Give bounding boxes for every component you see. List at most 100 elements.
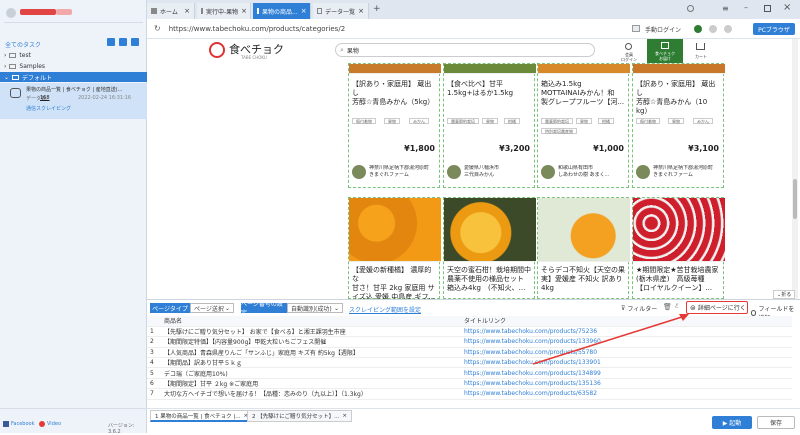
farm-info[interactable]: 神奈川県足柄下郡湯河原町 きまぐれファーム [352,162,438,182]
tab-data-list[interactable]: データ一覧 × [313,3,369,19]
table-row[interactable]: 7 大切な方へイチゴで想いを届ける！【品種：恋みのり（九以上）】（1.3kg） ht… [147,388,792,400]
version-label: バージョン: 3.6.2 [108,423,135,435]
tab-running[interactable]: 実行中-果物 × [197,3,251,19]
maximize-icon[interactable] [764,5,771,12]
product-image [538,198,630,262]
close-icon[interactable]: × [301,7,307,15]
flag-icon[interactable] [632,25,640,32]
product-tag: 果物 [576,118,592,124]
header-member-login[interactable]: 会員 ログイン [617,41,641,63]
import-icon[interactable] [119,38,127,46]
farm-avatar [352,165,366,179]
scrollbar-thumb[interactable] [793,179,797,219]
tab-home[interactable]: ホーム × [147,3,195,19]
facebook-link[interactable]: Facebook [3,421,35,427]
logo-subtext: TABE CHOKU [241,55,267,60]
page-scrollbar[interactable] [792,39,798,299]
robot-icon [10,88,21,98]
settings-icon[interactable] [724,25,732,33]
all-tasks-label[interactable]: 全てのタスク [5,40,41,49]
farm-name: きまぐれファーム [369,172,409,178]
status-dot-icon [694,25,702,33]
new-tab-icon[interactable]: + [373,4,381,14]
table-row[interactable]: 5 デコ瑞（ご家庭用10%) https://www.tabechoku.com/p… [147,367,792,379]
task-item[interactable]: 果物の商品一覧 | 食べチョク | 産地直送(... データ数: 168 202… [0,83,147,119]
search-value: 果物 [346,47,359,55]
product-card[interactable]: 【訳あり・家庭用】 蔵出し 芳醇☆青島みかん（10 kg） 傷付着物 果物 みか… [632,63,725,188]
column-header-name[interactable]: 商品名 [161,316,461,327]
export-icon[interactable] [131,38,139,46]
tab-products[interactable]: 果物の商品... × [253,3,311,19]
address-bar: ↻ https://www.tabechoku.com/products/cat… [147,19,800,39]
product-card[interactable]: 天空の蜜石柑！栽培期間中 農薬不使用の様品セット 箱込み4kg (不知火、... [443,197,536,299]
user-icon [625,43,632,50]
shield-icon[interactable] [709,25,717,33]
product-price: ¥1,000 [593,144,624,153]
url-field[interactable]: https://www.tabechoku.com/products/categ… [169,25,469,33]
product-card[interactable]: ★期間限定★苦甘栽培農家 (栃木県産) 高級苺種 【ロイヤルクイーン】... [632,197,725,299]
site-logo[interactable]: 食べチョク TABE CHOKU [209,41,289,61]
result-tab-2[interactable]: 2 【先駆けにご贈り気分セット】... × [247,410,352,422]
window-close-icon[interactable]: × [783,2,791,13]
logo-mark-icon [209,42,225,58]
annotation-arrow [532,314,689,365]
new-folder-icon[interactable] [107,38,115,46]
folder-label: test [19,52,31,59]
site-search-box[interactable]: ⌕ 果物 [335,43,595,57]
run-button[interactable]: ▶ 起動 [712,416,752,429]
folder-label: Samples [19,63,46,70]
product-tag: 果物 [668,118,684,124]
save-button[interactable]: 保存 [757,416,795,429]
farm-info[interactable]: 和歌山県有田市 しあわせの樹 あまく... [541,162,627,182]
product-tag: 傷付着物 [636,118,660,124]
close-icon[interactable]: × [342,413,347,419]
menu-icon[interactable]: ≡ [722,4,729,13]
task-title: 果物の商品一覧 | 食べチョク | 産地直送(... [26,87,123,93]
product-image [444,198,536,262]
product-card[interactable]: 【訳あり・家庭用】 蔵出し 芳醇☆青島みかん（5kg） 傷付着物 果物 みかん … [348,63,441,188]
page-type-select[interactable]: ページ送択 ⌄ [190,303,234,313]
cart-icon [696,43,705,50]
folder-icon [9,64,17,69]
avatar[interactable] [6,8,16,18]
divider [4,22,143,23]
login-label[interactable]: 手動ログイン [645,25,681,34]
product-tag: 特別栽培農産物 [541,128,577,134]
task-data-count: 168 [40,95,50,101]
farm-location: 神奈川県足柄下郡湯河原町 [653,165,714,171]
farm-avatar [447,165,461,179]
scraping-range-link[interactable]: スクレイピング範囲を設定 [349,305,421,314]
minimize-icon[interactable]: – [744,3,748,12]
folder-samples[interactable]: › Samples [4,63,45,70]
pin-icon[interactable] [687,5,694,12]
product-image [444,64,536,74]
page-number-select[interactable]: 自動識別(成功) ⌄ [287,303,343,313]
folder-default[interactable]: ⌄ デフォルト [0,72,147,82]
farm-info[interactable]: 神奈川県足柄下郡湯河原町 きまぐれファーム [636,162,722,182]
chevron-down-icon: ⌄ [4,73,10,81]
product-image [349,64,441,74]
page-number-label: ページ番号の設定 [241,301,287,317]
close-icon[interactable]: × [184,7,190,15]
product-price: ¥3,200 [499,144,530,153]
farm-location: 和歌山県有田市 [558,165,594,171]
refresh-icon[interactable]: ↻ [154,24,161,33]
header-cart[interactable]: カート [689,41,713,63]
collapse-button[interactable]: ⌄ 折る [773,290,796,299]
pc-browser-button[interactable]: PCブラウザ [753,23,795,35]
close-icon[interactable]: × [241,7,247,15]
header-delivery-badge[interactable]: 食べチョク お届け [647,39,683,63]
product-card[interactable]: そらデコ不知火【天空の果 実】愛媛産 不知火 訳あり 4kg [537,197,630,299]
product-tag: 柑橘 [504,118,520,124]
product-title: そらデコ不知火【天空の果 実】愛媛産 不知火 訳あり 4kg [541,266,625,292]
close-icon[interactable]: × [358,7,364,15]
product-card[interactable]: 箱込み1.5kg MOTTAINAIみかん！和 製グレープフルーツ【河... 農… [537,63,630,188]
video-link[interactable]: Video [39,421,61,427]
product-tag: 果物 [482,118,498,124]
product-card[interactable]: 【食べ比べ】甘平 1.5kg+はるか1.5kg 農薬節約栽培 果物 柑橘 ¥3,… [443,63,536,188]
product-card[interactable]: 【愛媛の新種橘】 濃厚的な 甘さ！甘平 2kg 家庭用 サ イズ込 愛媛 中島産… [348,197,441,299]
result-tab-1[interactable]: 1 果物の商品一覧 | 食べチョク |... × [150,410,254,422]
table-row[interactable]: 6 【期間限定】甘平 ２kg ※ご家庭用 https://www.tabechoku… [147,378,792,390]
folder-test[interactable]: › test [4,52,31,59]
farm-info[interactable]: 愛媛県八幡浜市 三代目みかん [447,162,533,182]
